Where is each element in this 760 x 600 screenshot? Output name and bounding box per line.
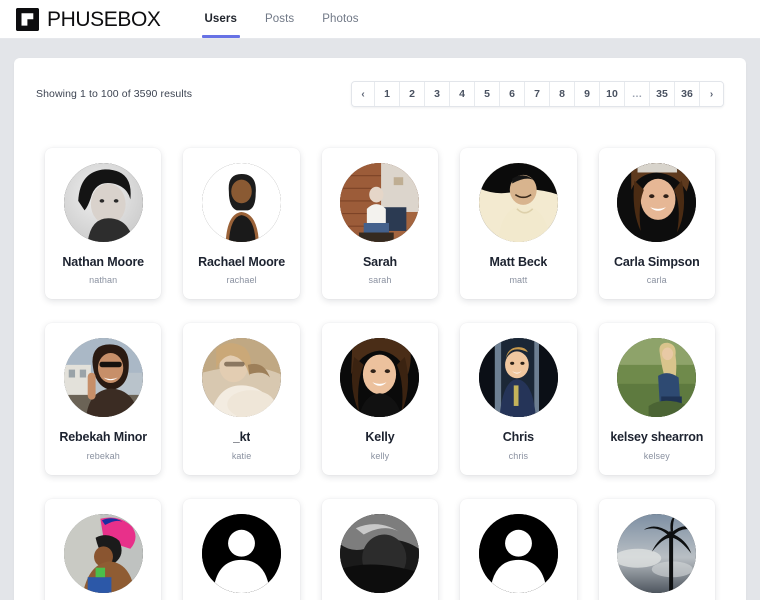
- photo-woman-field-avatar: [617, 338, 697, 418]
- tab-posts[interactable]: Posts: [251, 0, 308, 38]
- photo-toddler-doorway-avatar: [478, 338, 558, 418]
- user-card[interactable]: [45, 498, 162, 600]
- photo-dark-grayscale-avatar: [340, 513, 420, 593]
- tab-users-label: Users: [204, 13, 237, 25]
- pagination-prev-icon[interactable]: ‹: [352, 82, 375, 106]
- user-handle: rebekah: [86, 450, 120, 461]
- user-name: kelsey shearron: [610, 430, 704, 445]
- user-card[interactable]: Nathan Moore nathan: [45, 148, 162, 300]
- user-card[interactable]: [598, 498, 715, 600]
- user-name: _kt: [232, 430, 251, 445]
- photo-man-cream-sweater-avatar: [478, 163, 558, 242]
- photo-colorful-outdoor-avatar: [63, 513, 143, 593]
- photo-woman-sunglasses-street-avatar: [63, 338, 143, 418]
- pagination-ellipsis: …: [625, 82, 650, 106]
- user-card[interactable]: _ktkatie: [183, 323, 300, 475]
- user-name: Carla Simpson: [614, 255, 700, 269]
- default-user-silhouette-avatar: [478, 513, 558, 593]
- tab-photos[interactable]: Photos: [308, 0, 372, 38]
- tab-photos-label: Photos: [322, 13, 359, 25]
- user-handle: nathan: [89, 275, 118, 286]
- user-handle: rachael: [226, 275, 257, 286]
- photo-portrait-bw-man-avatar: [63, 163, 143, 242]
- user-name: Sarah: [362, 255, 397, 269]
- user-card[interactable]: Kelly kelly: [321, 323, 439, 475]
- default-user-silhouette-avatar: [202, 513, 282, 593]
- brand-name: PHUSEBOX: [47, 7, 161, 31]
- results-toolbar: Showing 1 to 100 of 3590 results ‹ 1 2 3 4 5 6…: [32, 78, 728, 107]
- illustration-avatar-woman-avatar: [202, 163, 282, 242]
- user-handle: kelly: [370, 450, 390, 461]
- user-card[interactable]: Matt Beck matt: [460, 148, 577, 300]
- pagination-page-36[interactable]: 36: [675, 82, 700, 106]
- pagination[interactable]: ‹ 1 2 3 4 5 6 7 8 9 10… 35 36 ›: [351, 81, 724, 107]
- pagination-page-2[interactable]: 2: [400, 82, 425, 106]
- user-handle: sarah: [368, 275, 392, 286]
- pagination-page-6[interactable]: 6: [500, 82, 525, 106]
- phusebox-flag-logo-icon: [16, 7, 39, 31]
- results-summary: Showing 1 to 100 of 3590 results: [36, 88, 193, 100]
- pagination-next-icon[interactable]: ›: [700, 82, 723, 106]
- user-card[interactable]: [460, 498, 577, 600]
- tab-users[interactable]: Users: [191, 0, 251, 38]
- user-card[interactable]: Rachael Moore rachael: [183, 148, 300, 300]
- pagination-page-7[interactable]: 7: [525, 82, 550, 106]
- pagination-page-10[interactable]: 10: [600, 82, 625, 106]
- pagination-page-9[interactable]: 9: [575, 82, 600, 106]
- photo-palm-tree-sky-avatar: [617, 513, 697, 593]
- user-handle: carla: [646, 275, 667, 286]
- user-card[interactable]: Rebekah Minor rebekah: [45, 323, 162, 475]
- tab-posts-label: Posts: [264, 13, 295, 25]
- user-card[interactable]: Sarah sarah: [321, 148, 439, 300]
- user-name: Kelly: [365, 430, 395, 445]
- user-name: Nathan Moore: [62, 255, 144, 269]
- pagination-page-4[interactable]: 4: [450, 82, 475, 106]
- page-body: Showing 1 to 100 of 3590 results ‹ 1 2 3 4 5 6…: [0, 39, 760, 600]
- top-navigation-bar: PHUSEBOX Users Posts Photos: [0, 0, 760, 39]
- user-name: Chris: [502, 430, 534, 445]
- user-handle: chris: [508, 450, 529, 461]
- photo-brick-wall-seated-avatar: [340, 163, 420, 242]
- pagination-page-5[interactable]: 5: [475, 82, 500, 106]
- user-handle: katie: [231, 450, 252, 461]
- user-card[interactable]: [321, 498, 439, 600]
- photo-smiling-woman-avatar: [617, 163, 697, 242]
- user-card[interactable]: [183, 498, 300, 600]
- pagination-page-1[interactable]: 1: [375, 82, 400, 106]
- content-panel: Showing 1 to 100 of 3590 results ‹ 1 2 3 4 5 6…: [14, 58, 746, 600]
- pagination-page-3[interactable]: 3: [425, 82, 450, 106]
- user-handle: matt: [509, 275, 528, 286]
- user-handle: kelsey: [643, 450, 670, 461]
- pagination-page-35[interactable]: 35: [650, 82, 675, 106]
- user-name: Matt Beck: [489, 255, 548, 269]
- brand-logo[interactable]: PHUSEBOX: [16, 7, 161, 31]
- primary-nav: Users Posts Photos: [191, 0, 373, 38]
- user-card[interactable]: kelsey shearron kelsey: [598, 323, 715, 475]
- photo-woman-brown-hair-avatar: [340, 338, 420, 418]
- photo-sepia-woman-glasses-avatar: [202, 338, 282, 418]
- user-grid: Nathan Moore nathan Rachael Moore rachael Sa…: [32, 107, 728, 600]
- user-name: Rachael Moore: [198, 255, 286, 269]
- user-name: Rebekah Minor: [59, 430, 148, 445]
- user-card[interactable]: Carla Simpson carla: [598, 148, 715, 300]
- user-card[interactable]: Chris chris: [460, 323, 577, 475]
- pagination-page-8[interactable]: 8: [550, 82, 575, 106]
